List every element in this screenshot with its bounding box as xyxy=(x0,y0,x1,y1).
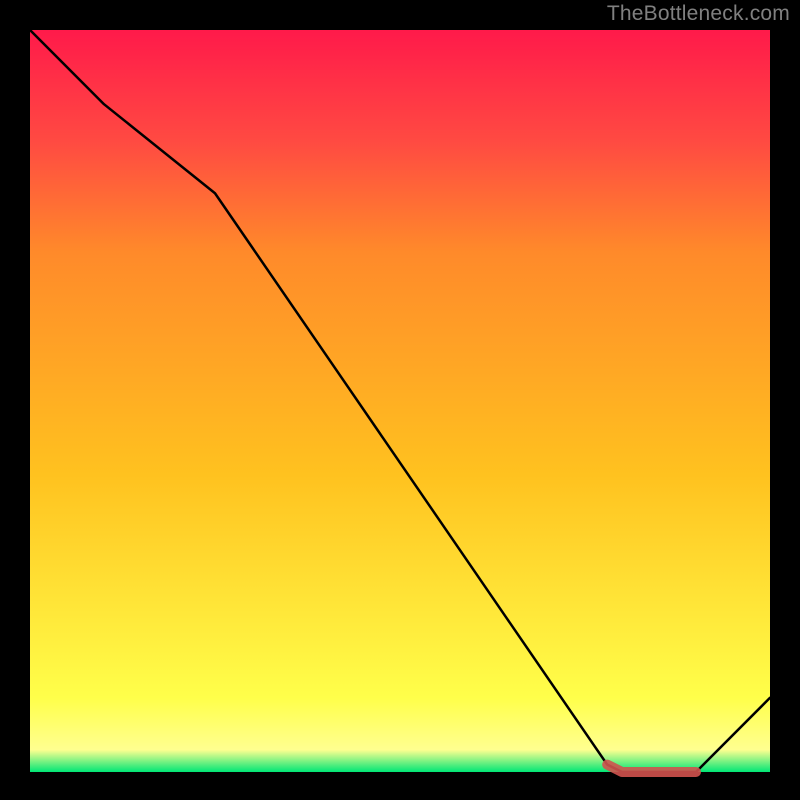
watermark-text: TheBottleneck.com xyxy=(607,2,790,26)
plot-svg xyxy=(0,0,800,800)
chart-container: TheBottleneck.com xyxy=(0,0,800,800)
plot-background xyxy=(30,30,770,772)
